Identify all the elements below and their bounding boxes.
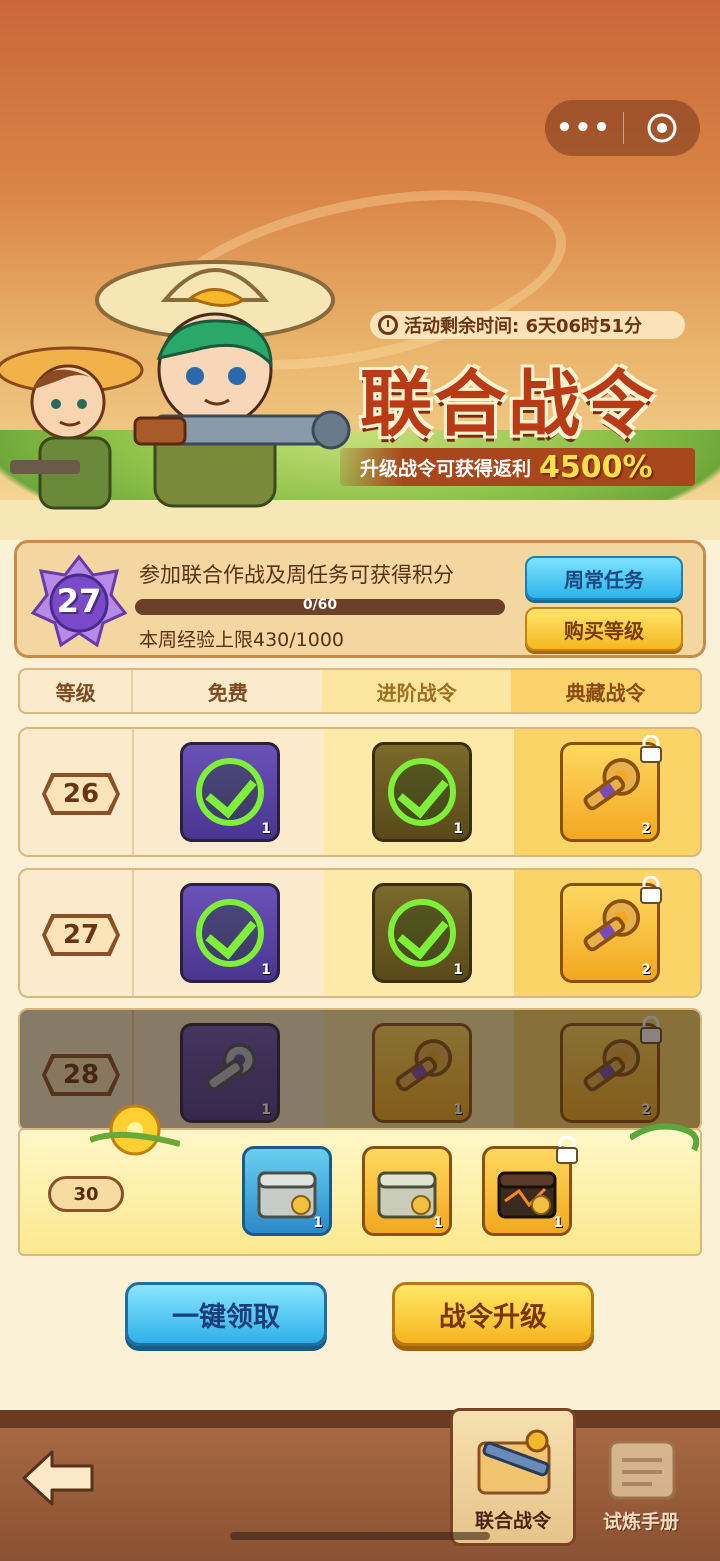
- nav-rail: [0, 1416, 720, 1428]
- lock-icon: [640, 735, 662, 763]
- scroll-icon: [608, 1440, 676, 1500]
- pass-info-panel: 27 参加联合作战及周任务可获得积分 0/60 本周经验上限430/1000 周…: [14, 540, 706, 658]
- key-icon: [583, 1039, 641, 1092]
- item-count: 2: [641, 1102, 651, 1118]
- free-reward-item[interactable]: 1: [180, 883, 280, 983]
- promo-banner: 升级战令可获得返利 4500%: [340, 448, 695, 486]
- tab-label: 试炼手册: [602, 1511, 679, 1533]
- reward-row: 27 1 1 2: [18, 868, 702, 998]
- item-count: 1: [553, 1215, 563, 1231]
- claimed-check-icon: [388, 758, 456, 826]
- level-number: 28: [46, 1058, 116, 1092]
- collector-column: [514, 1010, 700, 1130]
- header-free: 免费: [207, 680, 248, 705]
- tab-label: 联合战令: [474, 1510, 551, 1532]
- item-count: 1: [261, 821, 271, 837]
- upgrade-pass-button[interactable]: 战令升级: [392, 1282, 594, 1346]
- collector-reward-item[interactable]: 2: [560, 1023, 660, 1123]
- claimed-check-icon: [196, 758, 264, 826]
- girl-character-illustration: [95, 260, 351, 508]
- level-badge: 28: [42, 1054, 120, 1096]
- level-badge: 27: [42, 914, 120, 956]
- free-reward-item[interactable]: 1: [180, 742, 280, 842]
- stone-chest-icon: [377, 1171, 437, 1219]
- buy-level-button[interactable]: 购买等级: [525, 607, 683, 651]
- tab-joint-pass[interactable]: 联合战令: [450, 1408, 576, 1546]
- claimed-check-icon: [388, 899, 456, 967]
- timer-text: 活动剩余时间: 6天06时51分: [404, 316, 643, 337]
- item-count: 1: [433, 1215, 443, 1231]
- level-number: 26: [46, 777, 116, 811]
- points-description: 参加联合作战及周任务可获得积分: [139, 563, 454, 587]
- dark-chest-icon: [497, 1171, 557, 1219]
- clock-icon: [378, 315, 398, 335]
- item-count: 1: [453, 962, 463, 978]
- silver-chest-icon: [257, 1171, 317, 1219]
- item-count: 1: [453, 821, 463, 837]
- header-level: 等级: [20, 670, 134, 712]
- event-title: 联合战令: [360, 361, 657, 446]
- silver-key-icon: [205, 1042, 257, 1092]
- back-arrow-icon[interactable]: [18, 1446, 98, 1510]
- claim-all-button[interactable]: 一键领取: [125, 1282, 327, 1346]
- promo-percent: 4500%: [539, 449, 653, 485]
- vine-icon: [630, 1123, 700, 1152]
- lock-icon: [640, 1016, 662, 1044]
- advanced-reward-item[interactable]: 1: [372, 1023, 472, 1123]
- key-icon: [395, 1039, 453, 1092]
- item-count: 1: [261, 1102, 271, 1118]
- free-milestone-chest[interactable]: 1: [242, 1146, 332, 1236]
- reward-table-header: 等级 免费 进阶战令 典藏战令: [18, 668, 702, 714]
- mini-program-capsule: •••: [545, 100, 700, 156]
- target-circle-icon: [647, 113, 677, 143]
- weekly-exp-limit: 本周经验上限430/1000: [139, 629, 345, 651]
- header-advanced: 进阶战令: [322, 670, 512, 712]
- item-count: 1: [313, 1215, 323, 1231]
- lock-icon: [556, 1136, 578, 1164]
- weekly-tasks-button[interactable]: 周常任务: [525, 556, 683, 600]
- advanced-reward-item[interactable]: 1: [372, 742, 472, 842]
- advanced-column: [324, 1010, 514, 1130]
- more-menu-button[interactable]: •••: [545, 100, 623, 156]
- exp-progress-bar: 0/60: [135, 597, 505, 615]
- advanced-milestone-chest[interactable]: 1: [362, 1146, 452, 1236]
- free-reward-item[interactable]: 1: [180, 1023, 280, 1123]
- level-badge: 27: [30, 553, 128, 649]
- exp-progress-text: 0/60: [302, 597, 338, 613]
- flower-icon: [90, 1104, 180, 1156]
- item-count: 1: [453, 1102, 463, 1118]
- header-collector: 典藏战令: [511, 670, 700, 712]
- event-timer: 活动剩余时间: 6天06时51分: [370, 311, 685, 339]
- close-button[interactable]: [624, 100, 700, 156]
- promo-text: 升级战令可获得返利: [360, 457, 532, 480]
- rifle-icon: [477, 1429, 551, 1495]
- reward-row: 26 1 1 2: [18, 727, 702, 857]
- advanced-reward-item[interactable]: 1: [372, 883, 472, 983]
- level-number: 27: [46, 918, 116, 952]
- milestone-reward-row: 30 1 1 1: [18, 1104, 702, 1256]
- tab-trial-handbook[interactable]: 试炼手册: [586, 1430, 696, 1550]
- current-level: 27: [56, 582, 102, 620]
- hero-banner: ••• 活动剩余时间: 6天06时51分 联合战令 升级战令可获得返利 4500…: [0, 0, 720, 540]
- item-count: 2: [641, 821, 651, 837]
- item-count: 2: [641, 962, 651, 978]
- milestone-level: 30: [48, 1176, 124, 1212]
- lock-icon: [640, 876, 662, 904]
- level-badge: 26: [42, 773, 120, 815]
- item-count: 1: [261, 962, 271, 978]
- home-indicator: [230, 1532, 490, 1540]
- claimed-check-icon: [196, 899, 264, 967]
